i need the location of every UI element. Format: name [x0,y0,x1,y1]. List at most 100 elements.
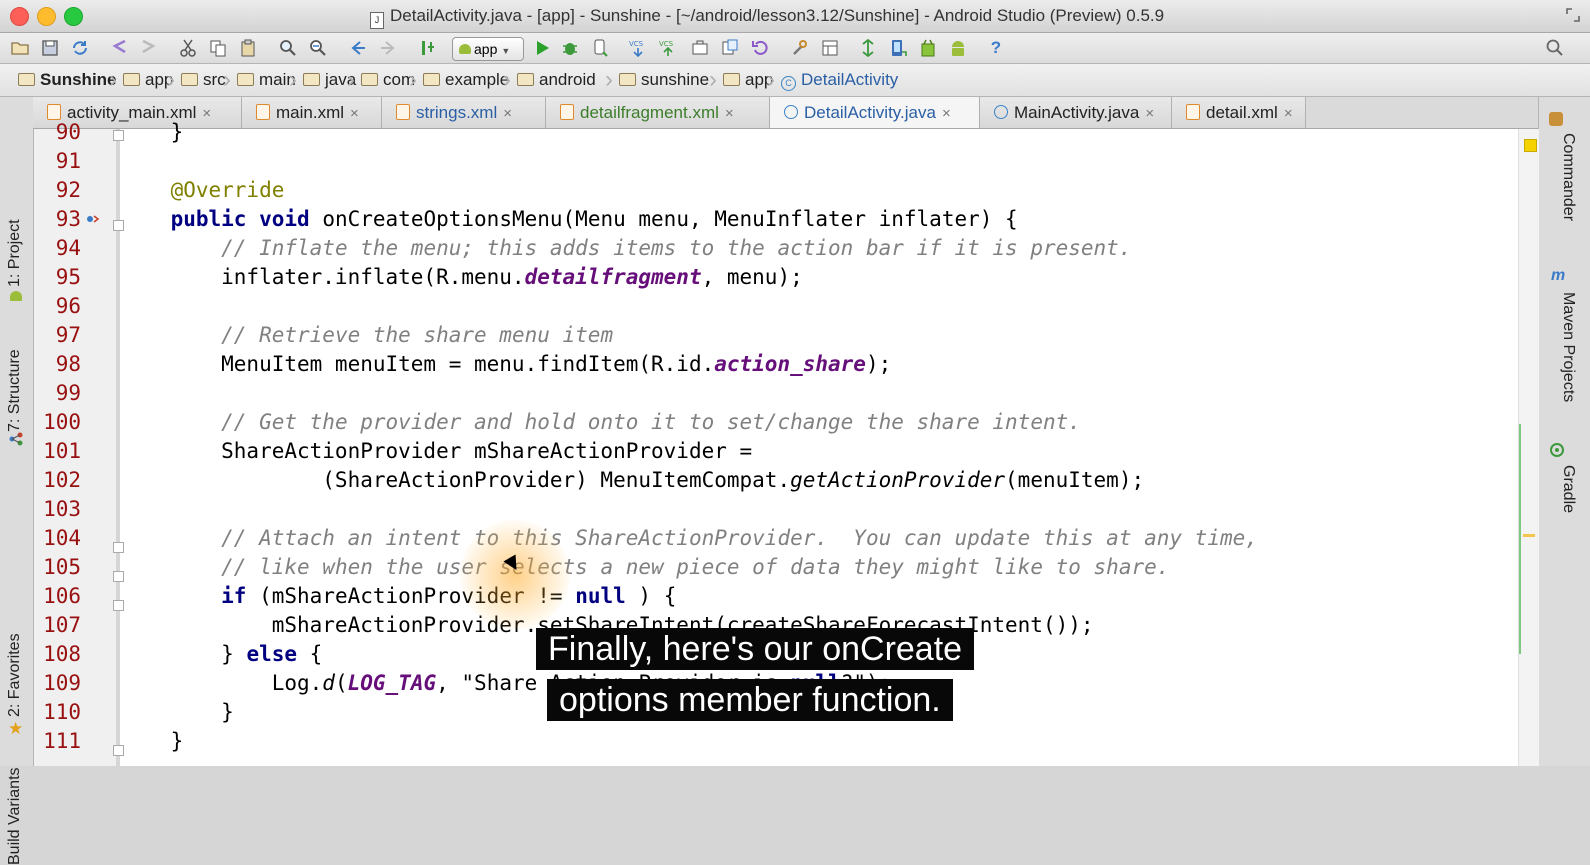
breadcrumb-item[interactable]: main [237,64,296,96]
code-line[interactable]: } [120,698,234,727]
find-icon[interactable] [278,38,298,58]
tool-tab-commander[interactable]: Commander [1559,133,1577,221]
tool-tab-commander-label: Commander [1560,133,1577,222]
breadcrumb-item[interactable]: com [361,64,415,96]
close-tab-icon[interactable]: × [942,105,951,122]
run-icon[interactable] [532,38,552,58]
minimize-window-button[interactable] [37,7,56,26]
code-line[interactable]: public void onCreateOptionsMenu(Menu men… [120,205,1018,234]
code-line[interactable]: } [120,727,184,756]
breadcrumb-item[interactable]: sunshine [619,64,709,96]
open-folder-icon[interactable] [10,38,30,58]
code-line[interactable]: MenuItem menuItem = menu.findItem(R.id.a… [120,350,891,379]
fold-marker[interactable] [113,600,124,611]
editor-scrollbar[interactable] [1518,129,1539,766]
show-history-icon[interactable] [720,38,740,58]
compare-icon[interactable] [690,38,710,58]
editor-tab[interactable]: detail.xml × [1172,97,1306,128]
breadcrumb: Sunshine › app › src › main › java › com › example › a… [0,64,1590,97]
override-method-icon[interactable] [86,212,100,226]
settings-icon[interactable] [790,38,810,58]
editor-tab[interactable]: strings.xml × [382,97,546,128]
code-line[interactable]: // Attach an intent to this ShareActionP… [120,524,1258,553]
revert-icon[interactable] [750,38,770,58]
code-line[interactable]: if (mShareActionProvider != null ) { [120,582,676,611]
make-project-icon[interactable] [418,38,438,58]
warning-marker[interactable] [1524,139,1537,152]
close-tab-icon[interactable]: × [725,105,734,122]
code-line[interactable]: // Inflate the menu; this adds items to … [120,234,1131,263]
code-field: action_share [714,352,866,376]
vcs-update-icon[interactable]: VCS [628,38,648,58]
code-line[interactable]: @Override [120,176,285,205]
breadcrumb-item[interactable]: Sunshine [18,64,117,96]
debug-icon[interactable] [560,38,580,58]
forward-icon[interactable] [378,38,398,58]
breadcrumb-item[interactable]: app [123,64,173,96]
breadcrumb-item[interactable]: C DetailActivity [781,64,898,96]
cut-icon[interactable] [178,38,198,58]
tool-tab-gradle[interactable]: Gradle [1559,465,1577,513]
close-tab-icon[interactable]: × [350,105,359,122]
code-line[interactable]: } else { [120,640,322,669]
close-tab-icon[interactable]: × [1145,105,1154,122]
help-icon[interactable]: ? [986,38,1006,58]
breadcrumb-item[interactable]: src [181,64,226,96]
close-tab-icon[interactable]: × [1284,105,1293,122]
tool-tab-favorites[interactable]: 2: Favorites [6,633,24,717]
android-monitor-icon[interactable] [948,38,968,58]
code-annotation: @Override [170,178,285,202]
line-number: 105 [43,555,81,579]
run-configuration-dropdown[interactable]: app ▼ [452,37,524,61]
breadcrumb-item[interactable]: android [517,64,596,96]
code-line[interactable]: // Get the provider and hold onto it to … [120,408,1081,437]
tool-tab-build-variants[interactable]: Build Variants [6,767,24,865]
code-line[interactable]: inflater.inflate(R.menu.detailfragment, … [120,263,803,292]
tool-tab-structure[interactable]: 7: Structure [6,349,24,432]
close-window-button[interactable] [10,7,29,26]
code-line[interactable]: } [120,118,184,147]
breadcrumb-item[interactable]: example [423,64,509,96]
redo-icon[interactable] [138,38,158,58]
back-icon[interactable] [348,38,368,58]
code-line[interactable]: ShareActionProvider mShareActionProvider… [120,437,752,466]
attach-debugger-icon[interactable] [590,38,610,58]
vcs-commit-icon[interactable]: VCS [658,38,678,58]
sync-gradle-icon[interactable] [858,38,878,58]
paste-icon[interactable] [238,38,258,58]
fold-marker[interactable] [113,542,124,553]
code-line[interactable]: // like when the user selects a new piec… [120,553,1169,582]
fullscreen-icon[interactable] [1566,8,1580,22]
zoom-window-button[interactable] [64,7,83,26]
search-everywhere-icon[interactable] [1545,38,1565,58]
android-icon [459,44,471,54]
tool-tab-project[interactable]: 1: Project [6,219,24,287]
warning-stripe[interactable] [1523,534,1535,537]
editor-tab[interactable]: detailfragment.xml × [546,97,770,128]
avd-manager-icon[interactable] [888,38,908,58]
close-tab-icon[interactable]: × [503,105,512,122]
fold-marker[interactable] [113,571,124,582]
project-structure-icon[interactable] [820,38,840,58]
copy-icon[interactable] [208,38,228,58]
tool-tab-maven-projects[interactable]: Maven Projects [1559,292,1577,402]
close-tab-icon[interactable]: × [202,105,211,122]
undo-icon[interactable] [110,38,130,58]
code-line[interactable]: (ShareActionProvider) MenuItemCompat.get… [120,466,1144,495]
fold-marker[interactable] [113,130,124,141]
replace-icon[interactable] [308,38,328,58]
breadcrumb-item[interactable]: app [723,64,773,96]
code-line[interactable]: // Retrieve the share menu item [120,321,613,350]
fold-marker[interactable] [113,745,124,756]
code-field: detailfragment [524,265,702,289]
sdk-manager-icon[interactable] [918,38,938,58]
line-number: 108 [43,642,81,666]
editor-tab[interactable]: MainActivity.java × [980,97,1172,128]
sync-icon[interactable] [70,38,90,58]
folder-icon [18,73,35,86]
breadcrumb-separator-icon: › [503,66,511,93]
fold-marker[interactable] [113,220,124,231]
save-icon[interactable] [40,38,60,58]
editor-tab[interactable]: main.xml × [242,97,382,128]
editor-tab[interactable]: DetailActivity.java × [770,97,980,128]
